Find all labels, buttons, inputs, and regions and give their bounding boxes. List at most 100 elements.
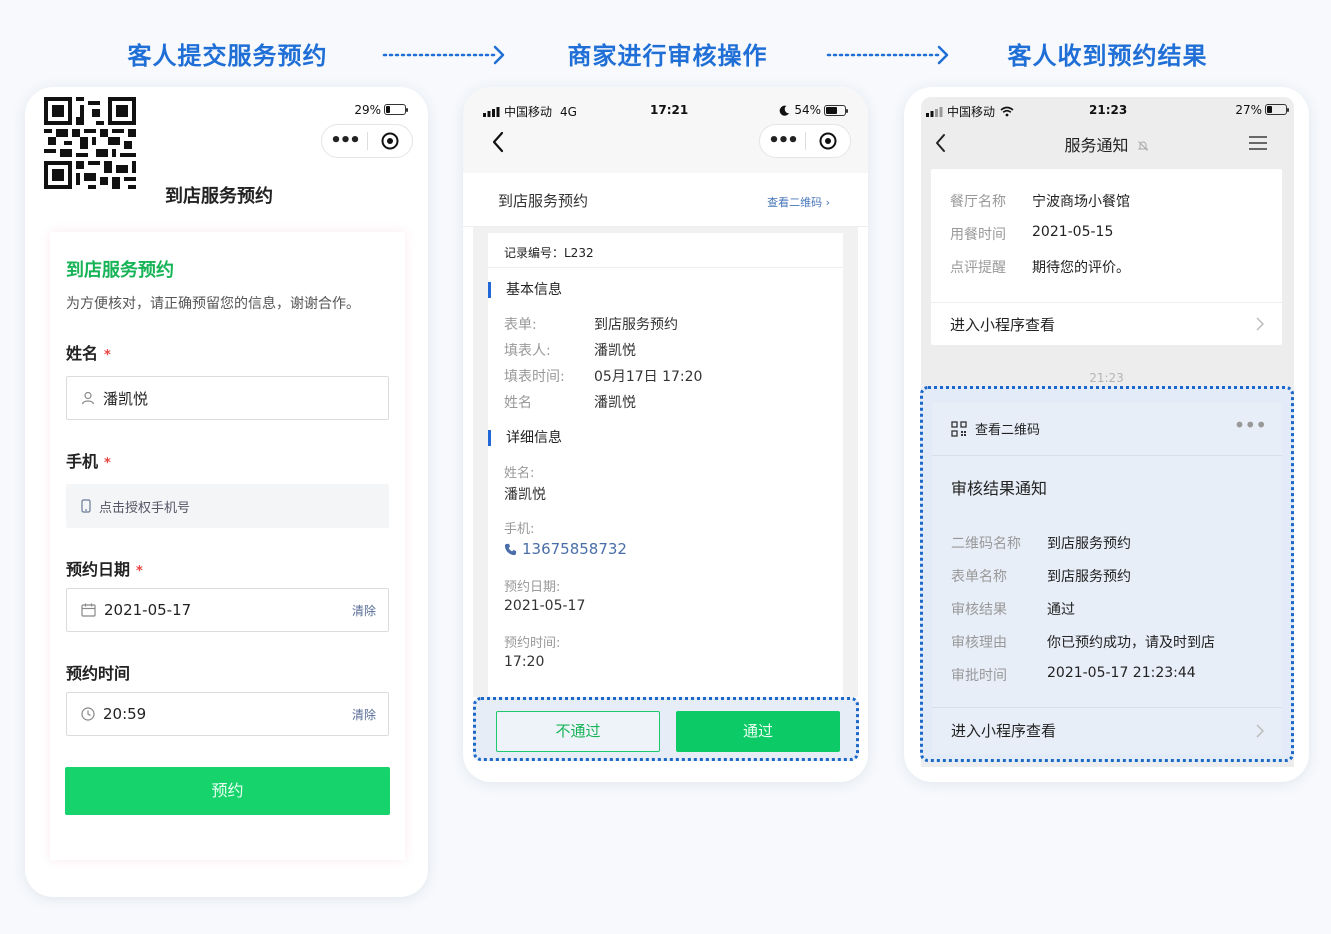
detail-value: 17:20 [504, 654, 545, 670]
approve-button[interactable]: 通过 [676, 711, 840, 752]
battery-icon [1265, 104, 1289, 115]
user-icon [81, 391, 95, 405]
name-field[interactable]: 潘凯悦 [66, 376, 389, 420]
step-title-review: 商家进行审核操作 [567, 42, 768, 70]
view-qr-link[interactable]: 查看二维码 › [767, 194, 830, 210]
clear-time-button[interactable]: 清除 [352, 706, 376, 723]
moon-icon [780, 105, 790, 116]
more-icon[interactable]: ••• [1234, 413, 1267, 437]
basic-key: 表单: [504, 317, 537, 333]
step-title-submit: 客人提交服务预约 [127, 42, 328, 70]
basic-value: 05月17日 17:20 [594, 369, 703, 385]
authorize-mobile-button[interactable]: 点击授权手机号 [66, 484, 389, 528]
close-target-icon[interactable] [368, 131, 412, 151]
date-field[interactable]: 2021-05-17 清除 [66, 588, 389, 632]
section-basic-info: 基本信息 [488, 282, 562, 298]
clock: 17:21 [650, 103, 689, 117]
battery-icon [824, 104, 848, 116]
result-notice-highlight: 查看二维码 ••• 审核结果通知 二维码名称 到店服务预约 表单名称 到店服务预… [920, 386, 1294, 762]
page-title: 到店服务预约 [165, 186, 273, 207]
reject-button[interactable]: 不通过 [496, 711, 660, 752]
signal-icon [483, 106, 500, 117]
mini-program-capsule[interactable]: ••• [321, 124, 413, 158]
step-title-result: 客人收到预约结果 [1007, 42, 1208, 70]
battery-level: 29% [354, 103, 381, 117]
qr-code-icon [44, 97, 136, 189]
form-description: 为方便核对，请正确预留您的信息，谢谢合作。 [66, 296, 360, 312]
result-key: 审批时间 [951, 668, 1007, 684]
notice-value: 宁波商场小餐馆 [1032, 194, 1130, 210]
section-detail-info: 详细信息 [488, 430, 562, 446]
result-key: 表单名称 [951, 569, 1007, 585]
status-bar: 中国移动 4G [483, 103, 577, 120]
time-field[interactable]: 20:59 清除 [66, 692, 389, 736]
calendar-icon [81, 603, 96, 617]
mini-program-capsule[interactable]: ••• [759, 124, 851, 158]
notice-key: 点评提醒 [950, 260, 1006, 276]
more-icon[interactable]: ••• [760, 126, 805, 156]
name-value: 潘凯悦 [103, 389, 149, 408]
record-body: 记录编号：L232 基本信息 表单: 到店服务预约 填表人: 潘凯悦 填表时间:… [473, 227, 858, 697]
phone-merchant-review: 中国移动 4G 17:21 54% ••• 到店服务预约 查看二维码 › 记录编号… [463, 87, 868, 782]
clear-date-button[interactable]: 清除 [352, 602, 376, 619]
name-label: 姓名 * [66, 344, 111, 363]
clock: 21:23 [1089, 103, 1128, 117]
enter-mini-program-label: 进入小程序查看 [951, 722, 1057, 740]
form-title: 到店服务预约 [66, 260, 174, 281]
result-value: 通过 [1047, 602, 1075, 618]
phone-number-link[interactable]: 13675858732 [504, 540, 627, 558]
wifi-icon [1000, 106, 1014, 117]
detail-value: 潘凯悦 [504, 487, 546, 503]
record-card: 记录编号：L232 基本信息 表单: 到店服务预约 填表人: 潘凯悦 填表时间:… [488, 233, 843, 697]
result-value: 到店服务预约 [1047, 536, 1131, 552]
phone-service-notice: 中国移动 21:23 27% 服务通知 餐厅名称 宁波商场小餐馆 用餐时间 20… [904, 87, 1309, 782]
detail-key: 姓名: [504, 466, 535, 481]
dining-notice-card: 餐厅名称 宁波商场小餐馆 用餐时间 2021-05-15 点评提醒 期待您的评价… [931, 169, 1282, 345]
result-value: 你已预约成功，请及时到店 [1047, 635, 1215, 651]
enter-mini-program-label: 进入小程序查看 [950, 316, 1056, 334]
detail-key: 预约时间: [504, 636, 561, 651]
result-key: 审核理由 [951, 635, 1007, 651]
result-value: 2021-05-17 21:23:44 [1047, 665, 1196, 681]
arrow-right-icon [826, 45, 949, 65]
chevron-right-icon [1256, 724, 1264, 738]
mobile-label: 手机 * [66, 452, 111, 471]
review-actions-highlight: 不通过 通过 [473, 697, 859, 761]
phone-submit-form: 29% ••• 到店服务预约 到店服务预约 为方便核对，请正确预留您的信息，谢谢… [25, 87, 428, 897]
booking-form: 到店服务预约 为方便核对，请正确预留您的信息，谢谢合作。 姓名 * 潘凯悦 手机 *… [50, 232, 405, 860]
result-value: 到店服务预约 [1047, 569, 1131, 585]
result-title: 审核结果通知 [951, 479, 1048, 498]
detail-key: 预约日期: [504, 580, 561, 595]
review-result-card: 查看二维码 ••• 审核结果通知 二维码名称 到店服务预约 表单名称 到店服务预… [932, 402, 1282, 754]
status-bar: 29% [354, 103, 408, 117]
notice-key: 餐厅名称 [950, 194, 1006, 210]
close-target-icon[interactable] [806, 131, 850, 151]
status-bar: 中国移动 [926, 103, 1014, 120]
view-qr-header[interactable]: 查看二维码 [951, 419, 1040, 438]
notice-value: 2021-05-15 [1032, 224, 1114, 240]
basic-value: 到店服务预约 [594, 317, 678, 333]
mobile-placeholder: 点击授权手机号 [99, 500, 191, 516]
header-title: 到店服务预约 [498, 192, 589, 210]
basic-value: 潘凯悦 [594, 395, 636, 411]
date-value: 2021-05-17 [104, 601, 192, 619]
submit-booking-button[interactable]: 预约 [65, 767, 390, 815]
basic-key: 填表时间: [504, 369, 565, 385]
qr-code-icon [951, 420, 967, 437]
record-header: 到店服务预约 查看二维码 › [463, 173, 868, 227]
more-icon[interactable]: ••• [322, 126, 367, 156]
status-right: 54% [779, 103, 848, 117]
back-icon[interactable] [491, 131, 505, 153]
record-number: 记录编号：L232 [504, 246, 594, 260]
date-label: 预约日期 * [66, 560, 143, 579]
result-key: 二维码名称 [951, 536, 1021, 552]
result-key: 审核结果 [951, 602, 1007, 618]
menu-icon[interactable] [1248, 135, 1268, 151]
enter-mini-program-link[interactable]: 进入小程序查看 [932, 708, 1282, 754]
basic-key: 姓名 [504, 395, 532, 411]
message-timestamp: 21:23 [1089, 371, 1124, 385]
status-right: 27% [1235, 103, 1289, 117]
signal-icon [926, 106, 943, 117]
arrow-right-icon [382, 45, 505, 65]
enter-mini-program-link[interactable]: 进入小程序查看 [931, 303, 1282, 345]
